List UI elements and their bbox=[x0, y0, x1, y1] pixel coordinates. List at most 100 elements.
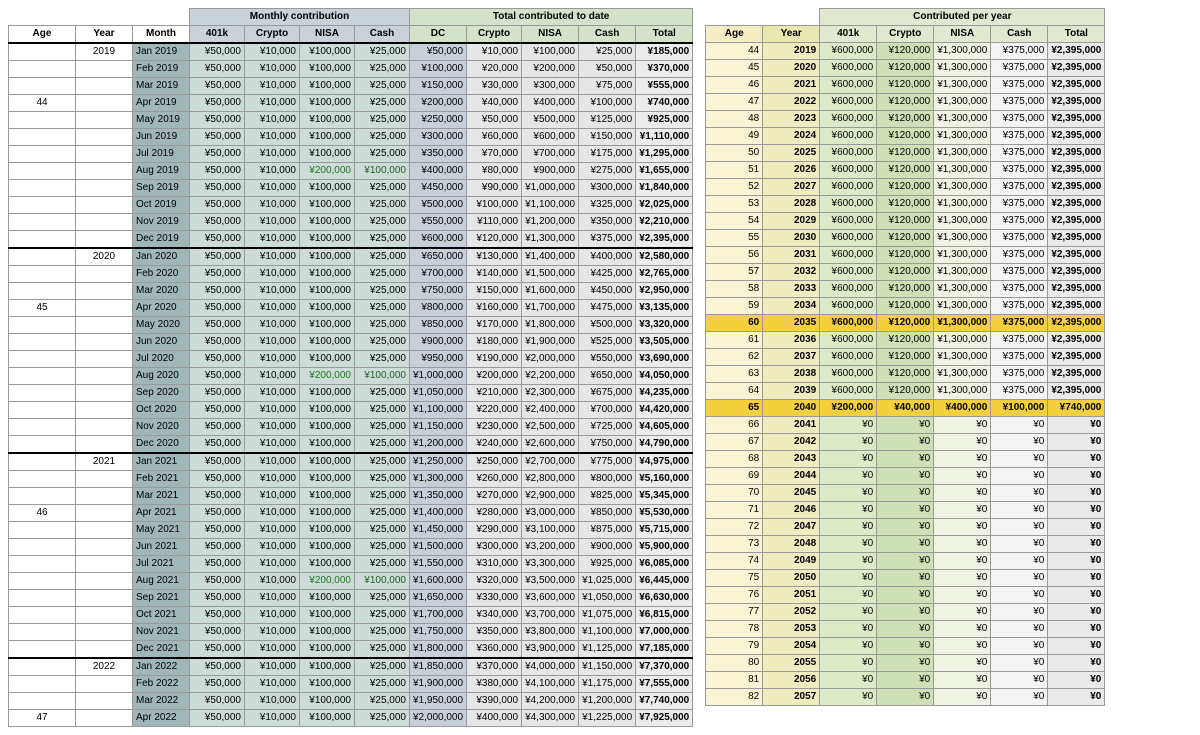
rh-crypto: Crypto bbox=[877, 26, 934, 43]
r-year: 2054 bbox=[763, 638, 820, 655]
c-401k: ¥50,000 bbox=[190, 385, 245, 402]
r-crypto: ¥120,000 bbox=[877, 315, 934, 332]
cum-total: ¥3,690,000 bbox=[636, 351, 693, 368]
r-401k: ¥600,000 bbox=[820, 145, 877, 162]
c-nisa: ¥100,000 bbox=[300, 453, 355, 471]
r-age: 54 bbox=[706, 213, 763, 230]
cum-cash: ¥550,000 bbox=[579, 351, 636, 368]
r-nisa: ¥0 bbox=[934, 485, 991, 502]
left-row: Aug 2021¥50,000¥10,000¥200,000¥100,000¥1… bbox=[9, 573, 693, 590]
cum-cash: ¥500,000 bbox=[579, 317, 636, 334]
left-row: Feb 2021¥50,000¥10,000¥100,000¥25,000¥1,… bbox=[9, 471, 693, 488]
r-age: 65 bbox=[706, 400, 763, 417]
right-row: 642039¥600,000¥120,000¥1,300,000¥375,000… bbox=[706, 383, 1105, 400]
right-row: 532028¥600,000¥120,000¥1,300,000¥375,000… bbox=[706, 196, 1105, 213]
cum-total: ¥6,445,000 bbox=[636, 573, 693, 590]
cum-total: ¥5,715,000 bbox=[636, 522, 693, 539]
r-401k: ¥0 bbox=[820, 519, 877, 536]
r-401k: ¥600,000 bbox=[820, 111, 877, 128]
age-cell bbox=[9, 488, 76, 505]
r-age: 75 bbox=[706, 570, 763, 587]
cum-crypto: ¥170,000 bbox=[467, 317, 522, 334]
month-cell: Jul 2019 bbox=[133, 146, 190, 163]
year-cell bbox=[76, 522, 133, 539]
r-crypto: ¥120,000 bbox=[877, 111, 934, 128]
c-nisa: ¥100,000 bbox=[300, 436, 355, 454]
r-age: 50 bbox=[706, 145, 763, 162]
right-row: 822057¥0¥0¥0¥0¥0 bbox=[706, 689, 1105, 706]
cum-crypto: ¥380,000 bbox=[467, 676, 522, 693]
cum-crypto: ¥270,000 bbox=[467, 488, 522, 505]
c-crypto: ¥10,000 bbox=[245, 78, 300, 95]
year-cell bbox=[76, 505, 133, 522]
left-row: Dec 2021¥50,000¥10,000¥100,000¥25,000¥1,… bbox=[9, 641, 693, 659]
r-crypto: ¥120,000 bbox=[877, 264, 934, 281]
month-cell: Jan 2021 bbox=[133, 453, 190, 471]
r-crypto: ¥120,000 bbox=[877, 77, 934, 94]
month-cell: Aug 2021 bbox=[133, 573, 190, 590]
left-row: Jul 2019¥50,000¥10,000¥100,000¥25,000¥35… bbox=[9, 146, 693, 163]
cum-dc: ¥1,800,000 bbox=[410, 641, 467, 659]
c-401k: ¥50,000 bbox=[190, 488, 245, 505]
year-cell bbox=[76, 300, 133, 317]
r-401k: ¥600,000 bbox=[820, 332, 877, 349]
r-crypto: ¥120,000 bbox=[877, 196, 934, 213]
cum-nisa: ¥3,200,000 bbox=[522, 539, 579, 556]
month-cell: Nov 2019 bbox=[133, 214, 190, 231]
r-year: 2035 bbox=[763, 315, 820, 332]
r-age: 70 bbox=[706, 485, 763, 502]
lh-age: Age bbox=[9, 26, 76, 44]
lh-month: Month bbox=[133, 26, 190, 44]
cum-nisa: ¥100,000 bbox=[522, 43, 579, 61]
right-row: 652040¥200,000¥40,000¥400,000¥100,000¥74… bbox=[706, 400, 1105, 417]
c-nisa: ¥100,000 bbox=[300, 676, 355, 693]
cum-total: ¥5,160,000 bbox=[636, 471, 693, 488]
c-cash: ¥25,000 bbox=[355, 266, 410, 283]
cum-crypto: ¥40,000 bbox=[467, 95, 522, 112]
cum-nisa: ¥1,400,000 bbox=[522, 248, 579, 266]
cum-crypto: ¥350,000 bbox=[467, 624, 522, 641]
cum-crypto: ¥100,000 bbox=[467, 197, 522, 214]
c-cash: ¥25,000 bbox=[355, 112, 410, 129]
cum-crypto: ¥30,000 bbox=[467, 78, 522, 95]
cum-total: ¥6,815,000 bbox=[636, 607, 693, 624]
year-cell bbox=[76, 231, 133, 249]
cum-crypto: ¥340,000 bbox=[467, 607, 522, 624]
year-cell bbox=[76, 180, 133, 197]
month-cell: Feb 2019 bbox=[133, 61, 190, 78]
c-crypto: ¥10,000 bbox=[245, 231, 300, 249]
age-cell bbox=[9, 624, 76, 641]
c-401k: ¥50,000 bbox=[190, 658, 245, 676]
r-age: 55 bbox=[706, 230, 763, 247]
cum-cash: ¥450,000 bbox=[579, 283, 636, 300]
r-year: 2041 bbox=[763, 417, 820, 434]
c-cash: ¥25,000 bbox=[355, 658, 410, 676]
cum-cash: ¥125,000 bbox=[579, 112, 636, 129]
cum-cash: ¥1,025,000 bbox=[579, 573, 636, 590]
month-cell: Mar 2019 bbox=[133, 78, 190, 95]
r-total: ¥0 bbox=[1048, 553, 1105, 570]
r-nisa: ¥0 bbox=[934, 536, 991, 553]
cum-total: ¥1,295,000 bbox=[636, 146, 693, 163]
year-cell bbox=[76, 214, 133, 231]
r-year: 2042 bbox=[763, 434, 820, 451]
age-cell bbox=[9, 351, 76, 368]
cum-crypto: ¥90,000 bbox=[467, 180, 522, 197]
lh-nisa: NISA bbox=[522, 26, 579, 44]
r-age: 52 bbox=[706, 179, 763, 196]
cum-cash: ¥800,000 bbox=[579, 471, 636, 488]
cum-nisa: ¥3,300,000 bbox=[522, 556, 579, 573]
c-401k: ¥50,000 bbox=[190, 163, 245, 180]
r-nisa: ¥1,300,000 bbox=[934, 60, 991, 77]
month-cell: Feb 2021 bbox=[133, 471, 190, 488]
cum-cash: ¥1,175,000 bbox=[579, 676, 636, 693]
cum-total: ¥3,505,000 bbox=[636, 334, 693, 351]
c-cash: ¥25,000 bbox=[355, 43, 410, 61]
cum-dc: ¥1,600,000 bbox=[410, 573, 467, 590]
r-401k: ¥600,000 bbox=[820, 383, 877, 400]
cum-total: ¥2,210,000 bbox=[636, 214, 693, 231]
left-row: 45Apr 2020¥50,000¥10,000¥100,000¥25,000¥… bbox=[9, 300, 693, 317]
r-cash: ¥0 bbox=[991, 655, 1048, 672]
age-cell bbox=[9, 266, 76, 283]
age-cell bbox=[9, 61, 76, 78]
